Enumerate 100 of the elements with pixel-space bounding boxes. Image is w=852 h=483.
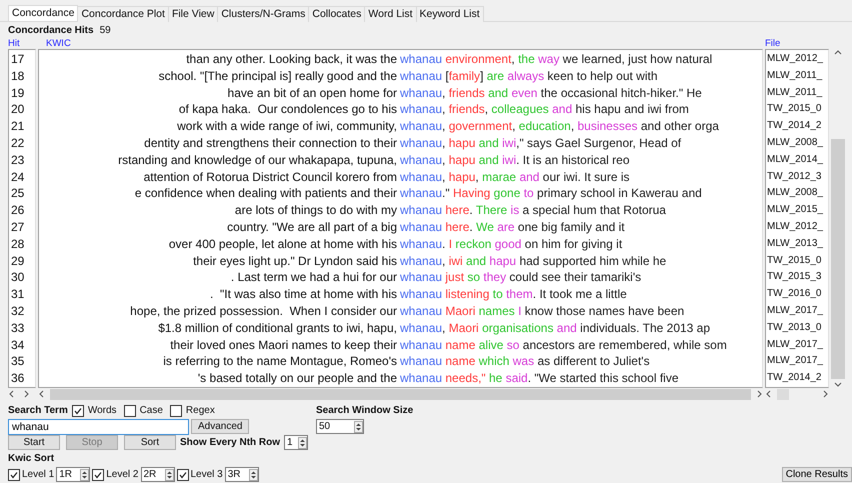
scroll-right-icon[interactable]: [22, 390, 30, 398]
checkbox[interactable]: [176, 468, 188, 480]
level-spinbox[interactable]: 1R: [56, 467, 90, 482]
kwic-line: whanau, friends, colleagues and his hapu and iwi from: [400, 101, 689, 118]
kwic-line: whanau [family] are always keen to help out with: [400, 68, 658, 85]
hit-number: 29: [10, 252, 26, 270]
left-context: school. "[The principal is] really good and the: [158, 68, 398, 85]
kwic-line: whanau environment, the way we learned, just how natural: [400, 51, 712, 68]
file-name: MLW_2017_: [766, 354, 824, 368]
file-name: MLW_2015_: [766, 203, 824, 218]
kwic-line: whanau here. There is a special hum that Rotorua: [400, 202, 666, 219]
level-spinbox[interactable]: 2R: [140, 467, 174, 482]
file-name: TW_2014_2: [766, 119, 822, 134]
left-context: e confidence when dealing with patients and their: [134, 185, 398, 202]
kwic-line: whanau, friends and even the occasional hitch-hiker." He: [400, 84, 702, 102]
tab[interactable]: Clusters/N-Grams: [217, 6, 310, 22]
kwic-sort-label: Kwic Sort: [8, 453, 54, 464]
tab[interactable]: File View: [168, 6, 218, 22]
tab[interactable]: Concordance Plot: [77, 6, 169, 22]
checkbox-label: Words: [88, 405, 117, 416]
checkbox-label: Level 3: [190, 469, 223, 480]
hits-label: Concordance Hits: [8, 24, 94, 36]
search-field[interactable]: whanau: [8, 418, 189, 434]
file-name: MLW_2008_: [766, 186, 824, 200]
file-name: TW_2015_3: [766, 270, 822, 284]
file-name: MLW_2017_: [766, 338, 824, 352]
window-size-spinbox[interactable]: 50: [316, 419, 364, 434]
column-header[interactable]: File: [765, 38, 780, 49]
action-button[interactable]: Start: [8, 435, 60, 450]
hit-number: 26: [10, 202, 26, 219]
kwic-line: whanau, government, education, businesses and other orga: [400, 118, 719, 135]
hit-number: 24: [10, 168, 26, 186]
column-header[interactable]: Hit: [0, 38, 20, 49]
checkbox-label: Level 1: [22, 469, 54, 480]
left-context: their loved ones Maori names to keep their: [170, 336, 398, 354]
left-context: $1.8 million of conditional grants to iwi, hapu,: [158, 320, 398, 337]
hits-count: 59: [100, 24, 111, 36]
hit-number: 32: [10, 302, 26, 320]
hit-number: 34: [10, 336, 26, 354]
left-context: have an bit of an open home for: [228, 84, 398, 102]
kwic-line: whanau needs," he said. "We started this school five: [400, 370, 678, 387]
kwic-line: whanau, iwi and hapu had supported him while he: [400, 252, 666, 270]
spin-arrows-icon[interactable]: [248, 468, 258, 480]
spin-arrows-icon[interactable]: [80, 468, 90, 480]
file-name: TW_2012_3: [766, 170, 822, 184]
file-name: MLW_2011_: [766, 68, 824, 83]
tab[interactable]: Collocates: [308, 6, 366, 22]
hit-number: 20: [10, 101, 26, 118]
spin-arrows-icon[interactable]: [164, 468, 174, 480]
advanced-button[interactable]: Advanced: [191, 419, 250, 434]
hit-number: 36: [10, 370, 26, 387]
left-context: . Last term we had a hui for our: [230, 269, 398, 286]
scroll-left-icon[interactable]: [38, 390, 46, 398]
checkbox[interactable]: [72, 404, 84, 416]
left-context: work with a wide range of iwi, community,: [177, 118, 398, 135]
file-name: MLW_2013_: [766, 236, 824, 251]
left-context: attention of Rotorua District Council korero from: [144, 168, 398, 186]
tab[interactable]: Word List: [364, 6, 417, 22]
tab[interactable]: Concordance: [8, 5, 78, 21]
level-spinbox[interactable]: 3R: [224, 467, 259, 482]
checkbox[interactable]: [124, 404, 136, 416]
left-context: . "It was also time at home with his: [210, 286, 398, 303]
tab[interactable]: Keyword List: [416, 6, 484, 22]
nth-row-spinbox[interactable]: 1: [284, 435, 308, 450]
left-context: 's based totally on our people and the: [198, 370, 398, 387]
kwic-line: whanau just so they could see their tamariki's: [400, 269, 642, 286]
hit-number: 23: [10, 152, 26, 169]
hit-number: 33: [10, 320, 26, 337]
clone-results-button[interactable]: Clone Results: [782, 467, 852, 482]
scroll-right-icon[interactable]: [821, 390, 829, 398]
file-name: TW_2013_0: [766, 320, 822, 335]
window-size-label: Search Window Size: [316, 405, 414, 416]
scroll-left-icon[interactable]: [8, 390, 16, 398]
checkbox[interactable]: [170, 404, 182, 416]
file-name: MLW_2014_: [766, 152, 824, 167]
left-context: than any other. Looking back, it was the: [186, 51, 398, 68]
checkbox[interactable]: [92, 468, 104, 480]
kwic-line: whanau, hapu and iwi," says Gael Surgenor, Head of: [400, 134, 682, 152]
checkbox-label: Regex: [186, 405, 215, 416]
file-name: TW_2014_2: [766, 371, 822, 386]
scroll-left-icon[interactable]: [765, 390, 773, 398]
checkbox[interactable]: [8, 468, 20, 480]
hit-number: 35: [10, 353, 26, 370]
action-button[interactable]: Sort: [124, 435, 176, 450]
left-context: over 400 people, let alone at home with his: [168, 236, 398, 253]
scroll-up-icon[interactable]: [834, 49, 842, 57]
spin-arrows-icon[interactable]: [298, 436, 307, 448]
kwic-line: whanau, Maori organisations and individuals. The 2013 ap: [400, 320, 710, 337]
scroll-down-icon[interactable]: [834, 380, 842, 388]
file-name: MLW_2017_: [766, 304, 824, 318]
column-header[interactable]: KWIC: [38, 38, 71, 49]
kwic-line: whanau Maori names I know those names have been: [400, 302, 684, 320]
left-context: country. "We are all part of a big: [227, 218, 398, 236]
kwic-line: whanau." Having gone to primary school in Kawerau and: [400, 185, 702, 202]
file-name: TW_2015_0: [766, 102, 822, 116]
scroll-right-icon[interactable]: [755, 390, 763, 398]
kwic-line: whanau listening to them. It took me a little: [400, 286, 627, 303]
hit-number: 21: [10, 118, 26, 135]
kwic-line: whanau. I reckon good on him for giving it: [400, 236, 622, 253]
spin-arrows-icon[interactable]: [354, 420, 363, 432]
